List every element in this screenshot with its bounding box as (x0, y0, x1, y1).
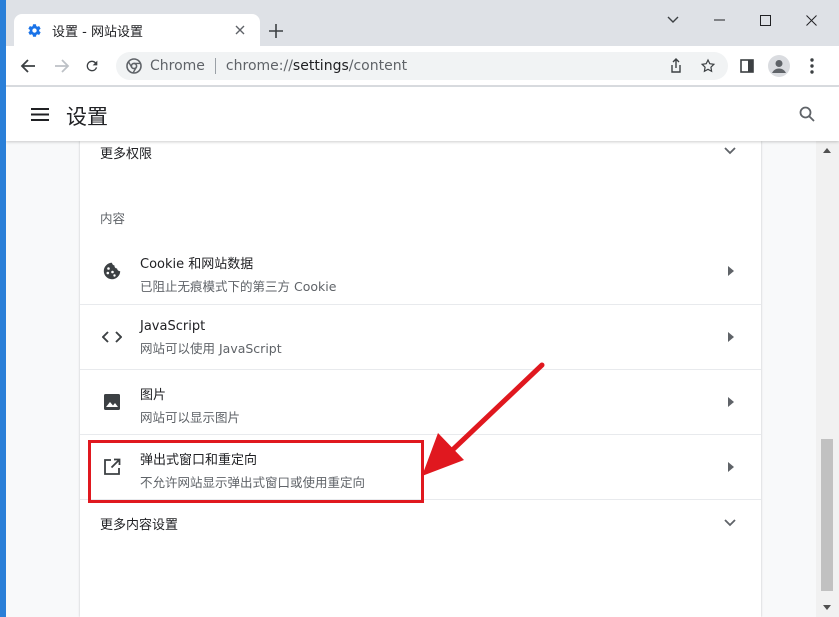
address-bar[interactable]: Chrome chrome://settings/content (116, 52, 728, 80)
page-title: 设置 (66, 105, 108, 129)
section-label-content: 内容 (100, 211, 126, 226)
chrome-icon (126, 58, 142, 74)
reload-button[interactable] (78, 52, 106, 80)
row-subtitle: 网站可以使用 JavaScript (140, 341, 282, 356)
row-title: 图片 (140, 388, 167, 403)
settings-card: 更多权限 内容 Cookie 和网站数据 已阻止无痕模式下的第三方 Cookie (80, 141, 761, 617)
row-title: JavaScript (140, 319, 206, 334)
tab-settings[interactable]: 设置 - 网站设置 (14, 14, 260, 46)
row-subtitle: 网站可以显示图片 (140, 410, 241, 425)
new-tab-button[interactable] (264, 19, 288, 43)
bookmark-star-icon[interactable] (698, 56, 718, 76)
scrollbar-thumb[interactable] (821, 439, 833, 591)
scroll-up-icon[interactable] (821, 145, 833, 155)
arrow-right-icon (725, 394, 737, 410)
side-panel-button[interactable] (733, 52, 761, 80)
minimize-button[interactable] (696, 8, 742, 32)
scroll-down-icon[interactable] (821, 602, 833, 612)
close-icon[interactable] (230, 20, 250, 40)
more-content-settings-row[interactable] (80, 499, 761, 617)
window-close-button[interactable] (788, 8, 834, 32)
chevron-down-icon[interactable] (720, 141, 740, 161)
arrow-right-icon (725, 459, 737, 475)
browser-toolbar: Chrome chrome://settings/content (6, 46, 839, 86)
chevron-down-icon[interactable] (720, 513, 740, 533)
code-icon (100, 325, 124, 349)
image-icon (100, 390, 124, 414)
vertical-scrollbar[interactable] (816, 141, 839, 617)
more-content-settings-label[interactable]: 更多内容设置 (100, 514, 178, 533)
settings-header: 设置 (6, 87, 839, 141)
maximize-button[interactable] (742, 8, 788, 32)
row-subtitle: 已阻止无痕模式下的第三方 Cookie (140, 279, 337, 294)
forward-button[interactable] (48, 52, 76, 80)
more-permissions-label[interactable]: 更多权限 (100, 143, 152, 162)
arrow-right-icon (725, 263, 737, 279)
hamburger-menu-icon[interactable] (28, 102, 52, 126)
cookie-settings-row[interactable]: Cookie 和网站数据 已阻止无痕模式下的第三方 Cookie (80, 239, 761, 304)
tab-strip: 设置 - 网站设置 (6, 0, 839, 46)
kebab-menu-icon[interactable] (798, 52, 826, 80)
tab-search-button[interactable] (650, 8, 696, 32)
profile-avatar[interactable] (765, 52, 793, 80)
back-button[interactable] (14, 52, 42, 80)
share-icon[interactable] (666, 56, 686, 76)
annotation-highlight-box (88, 440, 424, 503)
javascript-settings-row[interactable]: JavaScript 网站可以使用 JavaScript (80, 304, 761, 369)
row-title: Cookie 和网站数据 (140, 257, 254, 272)
browser-window: 设置 - 网站设置 Chrome chrome://settings/conte… (6, 0, 839, 617)
arrow-right-icon (725, 329, 737, 345)
cookie-icon (100, 259, 124, 283)
site-chip[interactable]: Chrome (150, 58, 205, 74)
images-settings-row[interactable]: 图片 网站可以显示图片 (80, 369, 761, 434)
tab-title: 设置 - 网站设置 (52, 24, 143, 40)
omnibox-divider (214, 58, 216, 74)
search-icon[interactable] (795, 102, 819, 126)
url-text[interactable]: chrome://settings/content (226, 58, 407, 74)
gear-icon (26, 22, 42, 38)
